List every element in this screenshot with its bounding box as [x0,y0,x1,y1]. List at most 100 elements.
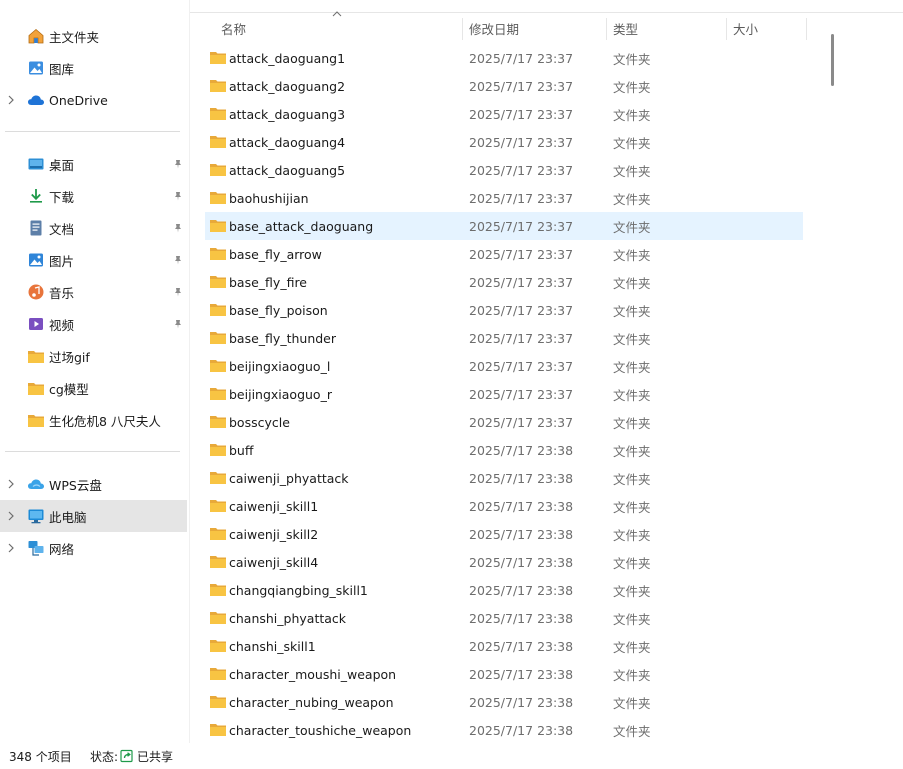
file-row[interactable]: base_fly_thunder 2025/7/17 23:37 文件夹 [205,324,803,352]
file-name: character_nubing_weapon [229,694,394,710]
file-date: 2025/7/17 23:38 [469,638,574,654]
file-type: 文件夹 [613,723,651,739]
chevron-right-icon[interactable] [5,478,17,490]
file-name: chanshi_skill1 [229,638,316,654]
sidebar-item-downloads[interactable]: 下载 [0,180,187,212]
file-list-pane: 名称 修改日期 类型 大小 attack_daoguang1 2025/7/17 … [190,0,903,743]
file-date: 2025/7/17 23:38 [469,442,574,458]
chevron-right-icon[interactable] [5,510,17,522]
file-row[interactable]: attack_daoguang3 2025/7/17 23:37 文件夹 [205,100,803,128]
file-type: 文件夹 [613,303,651,319]
file-row[interactable]: caiwenji_phyattack 2025/7/17 23:38 文件夹 [205,464,803,492]
file-name: base_fly_arrow [229,246,322,262]
file-name: caiwenji_skill1 [229,498,319,514]
file-name: base_fly_poison [229,302,328,318]
sidebar-item-documents[interactable]: 文档 [0,212,187,244]
sidebar-item-network[interactable]: 网络 [0,532,187,564]
file-row[interactable]: beijingxiaoguo_l 2025/7/17 23:37 文件夹 [205,352,803,380]
file-type: 文件夹 [613,695,651,711]
file-name: chanshi_phyattack [229,610,347,626]
file-date: 2025/7/17 23:38 [469,582,574,598]
file-name: attack_daoguang1 [229,50,346,66]
file-name: attack_daoguang5 [229,162,346,178]
file-row[interactable]: baohushijian 2025/7/17 23:37 文件夹 [205,184,803,212]
sidebar-item-folder-gif[interactable]: 过场gif [0,340,187,372]
column-resize-handle[interactable] [806,18,807,40]
file-row[interactable]: caiwenji_skill4 2025/7/17 23:38 文件夹 [205,548,803,576]
file-name: caiwenji_skill2 [229,526,319,542]
folder-icon [209,50,227,65]
pin-icon[interactable] [172,254,184,266]
pin-icon[interactable] [172,222,184,234]
cloud-icon [27,91,45,109]
file-row[interactable]: base_fly_fire 2025/7/17 23:37 文件夹 [205,268,803,296]
file-row[interactable]: chanshi_skill1 2025/7/17 23:38 文件夹 [205,632,803,660]
file-row[interactable]: buff 2025/7/17 23:38 文件夹 [205,436,803,464]
file-row[interactable]: attack_daoguang1 2025/7/17 23:37 文件夹 [205,44,803,72]
pin-icon[interactable] [172,190,184,202]
file-row[interactable]: base_fly_poison 2025/7/17 23:37 文件夹 [205,296,803,324]
file-type: 文件夹 [613,667,651,683]
folder-icon [209,722,227,737]
sidebar-item-pictures[interactable]: 图片 [0,244,187,276]
column-header-name[interactable]: 名称 [214,14,460,42]
sidebar-item-this-pc[interactable]: 此电脑 [0,500,187,532]
file-row[interactable]: character_toushiche_weapon 2025/7/17 23:3… [205,716,803,743]
file-row[interactable]: attack_daoguang4 2025/7/17 23:37 文件夹 [205,128,803,156]
pin-icon[interactable] [172,286,184,298]
chevron-right-icon[interactable] [5,94,17,106]
file-type: 文件夹 [613,107,651,123]
file-row[interactable]: attack_daoguang2 2025/7/17 23:37 文件夹 [205,72,803,100]
sidebar-item-gallery[interactable]: 图库 [0,52,187,84]
file-name: base_attack_daoguang [229,218,374,234]
sidebar-item-label: 过场gif [49,349,90,365]
sidebar-item-desktop[interactable]: 桌面 [0,148,187,180]
chevron-right-icon[interactable] [5,542,17,554]
scrollbar-thumb[interactable] [831,34,834,86]
folder-icon [209,666,227,681]
file-type: 文件夹 [613,443,651,459]
file-row[interactable]: bosscycle 2025/7/17 23:37 文件夹 [205,408,803,436]
file-row[interactable]: base_fly_arrow 2025/7/17 23:37 文件夹 [205,240,803,268]
sidebar-item-folder-cg[interactable]: cg模型 [0,372,187,404]
file-type: 文件夹 [613,583,651,599]
file-row[interactable]: attack_daoguang5 2025/7/17 23:37 文件夹 [205,156,803,184]
pin-icon[interactable] [172,158,184,170]
sidebar-item-onedrive[interactable]: OneDrive [0,84,187,116]
file-name: beijingxiaoguo_l [229,358,331,374]
pin-icon[interactable] [172,318,184,330]
download-icon [27,187,45,205]
file-row[interactable]: character_nubing_weapon 2025/7/17 23:38 文件… [205,688,803,716]
sidebar-item-videos[interactable]: 视频 [0,308,187,340]
sidebar-item-folder-re8[interactable]: 生化危机8 八尺夫人 [0,404,187,436]
sidebar-item-music[interactable]: 音乐 [0,276,187,308]
column-header-date[interactable]: 修改日期 [462,14,606,42]
file-row[interactable]: caiwenji_skill2 2025/7/17 23:38 文件夹 [205,520,803,548]
sidebar-item-label: 视频 [49,317,75,333]
file-type: 文件夹 [613,639,651,655]
file-row[interactable]: changqiangbing_skill1 2025/7/17 23:38 文件夹 [205,576,803,604]
file-row[interactable]: character_moushi_weapon 2025/7/17 23:38 文件… [205,660,803,688]
file-row[interactable]: base_attack_daoguang 2025/7/17 23:37 文件夹 [205,212,803,240]
file-row[interactable]: chanshi_phyattack 2025/7/17 23:38 文件夹 [205,604,803,632]
file-name: character_toushiche_weapon [229,722,412,738]
file-type: 文件夹 [613,51,651,67]
file-date: 2025/7/17 23:37 [469,162,574,178]
file-type: 文件夹 [613,275,651,291]
sidebar-item-wps-cloud[interactable]: WPS云盘 [0,468,187,500]
sidebar-item-label: 生化危机8 八尺夫人 [49,413,161,429]
file-row[interactable]: beijingxiaoguo_r 2025/7/17 23:37 文件夹 [205,380,803,408]
file-type: 文件夹 [613,387,651,403]
column-header-size[interactable]: 大小 [726,14,806,42]
vertical-scrollbar[interactable] [826,14,840,743]
network-icon [27,539,45,557]
file-date: 2025/7/17 23:37 [469,358,574,374]
file-date: 2025/7/17 23:38 [469,498,574,514]
column-header-type[interactable]: 类型 [606,14,726,42]
file-row[interactable]: caiwenji_skill1 2025/7/17 23:38 文件夹 [205,492,803,520]
sidebar-item-label: 图片 [49,253,75,269]
folder-icon [209,134,227,149]
file-name: attack_daoguang4 [229,134,346,150]
sidebar-item-label: cg模型 [49,381,89,397]
sidebar-item-home[interactable]: 主文件夹 [0,20,187,52]
